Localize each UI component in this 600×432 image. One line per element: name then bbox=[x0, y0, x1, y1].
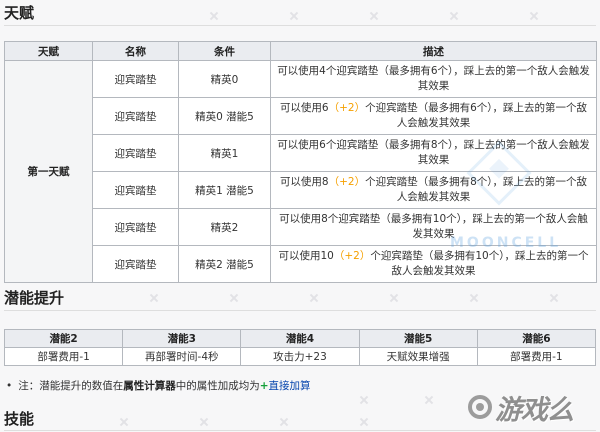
condition-column-header: 条件 bbox=[178, 41, 271, 61]
talent-description-cell: 可以使用6（+2）个迎宾踏垫（最多拥有6个），踩上去的第一个敌人会触发其效果 bbox=[270, 97, 597, 135]
talent-condition-cell: 精英2 潜能5 bbox=[178, 245, 271, 283]
talent-description-cell: 可以使用10（+2）个迎宾踏垫（最多拥有10个），踩上去的第一个敌人会触发其效果 bbox=[270, 245, 597, 283]
talent-group-label: 第一天赋 bbox=[4, 60, 93, 283]
potential-effect-cell: 部署费用-1 bbox=[3, 347, 124, 366]
talent-section-heading: 天赋 bbox=[4, 1, 596, 26]
note-attribute-calculator: 属性计算器 bbox=[123, 380, 176, 392]
background-x-mark bbox=[360, 396, 368, 404]
talent-name-cell: 迎宾踏垫 bbox=[92, 245, 179, 283]
description-text: 可以使用10 bbox=[278, 250, 334, 262]
potential-table: 潜能2 潜能3 潜能4 潜能5 潜能6 部署费用-1 再部署时间-4秒 攻击力+… bbox=[3, 329, 597, 366]
description-text-rest: 个迎宾踏垫（最多拥有6个），踩上去的第一个敌人会触发其效果 bbox=[365, 102, 588, 129]
talent-condition-cell: 精英0 bbox=[178, 60, 271, 98]
potential-header-row: 潜能2 潜能3 潜能4 潜能5 潜能6 bbox=[3, 329, 597, 348]
talent-condition-cell: 精英1 潜能5 bbox=[178, 171, 271, 209]
description-text: 可以使用6个迎宾踏垫（最多拥有8个），踩上去的第一个敌人会触发其效果 bbox=[277, 139, 590, 166]
talent-condition-cell: 精英0 潜能5 bbox=[178, 97, 271, 135]
direct-addition-link[interactable]: 直接加算 bbox=[269, 380, 311, 392]
note-plus-sign: + bbox=[259, 380, 269, 392]
talent-row: 第一天赋 迎宾踏垫 精英0 可以使用4个迎宾踏垫（最多拥有6个），踩上去的第一个… bbox=[4, 60, 597, 283]
note-text-prefix: 注：潜能提升的数值在 bbox=[18, 380, 124, 392]
description-text-rest: 个迎宾踏垫（最多拥有8个），踩上去的第一个敌人会触发其效果 bbox=[365, 176, 588, 203]
talent-row: 迎宾踏垫 精英2 潜能5 可以使用10（+2）个迎宾踏垫（最多拥有10个），踩上… bbox=[5, 245, 597, 283]
talent-table-head: 天赋 名称 条件 描述 bbox=[4, 41, 597, 61]
talent-row: 迎宾踏垫 精英0 潜能5 可以使用6（+2）个迎宾踏垫（最多拥有6个），踩上去的… bbox=[5, 97, 597, 135]
potential-table-head: 潜能2 潜能3 潜能4 潜能5 潜能6 bbox=[3, 329, 597, 348]
potential-level-header: 潜能3 bbox=[122, 329, 242, 348]
potential-bonus-value: （+2） bbox=[328, 176, 366, 188]
talent-name-cell: 迎宾踏垫 bbox=[92, 60, 179, 98]
talent-description-cell: 可以使用6个迎宾踏垫（最多拥有8个），踩上去的第一个敌人会触发其效果 bbox=[270, 134, 597, 172]
note-text-middle: 中的属性加成均为 bbox=[175, 380, 260, 392]
potential-level-header: 潜能6 bbox=[476, 329, 597, 348]
description-column-header: 描述 bbox=[270, 41, 597, 61]
description-text: 可以使用8 bbox=[279, 176, 329, 188]
potential-bonus-value: （+2） bbox=[333, 250, 371, 262]
description-text: 可以使用8个迎宾踏垫（最多拥有10个），踩上去的第一个敌人会触发其效果 bbox=[279, 213, 588, 240]
talent-name-cell: 迎宾踏垫 bbox=[92, 134, 179, 172]
potential-level-header: 潜能4 bbox=[240, 329, 360, 348]
potential-effect-cell: 部署费用-1 bbox=[476, 347, 597, 366]
talent-name-cell: 迎宾踏垫 bbox=[92, 171, 179, 209]
talent-row: 迎宾踏垫 精英1 可以使用6个迎宾踏垫（最多拥有8个），踩上去的第一个敌人会触发… bbox=[5, 134, 597, 172]
description-text: 可以使用4个迎宾踏垫（最多拥有6个），踩上去的第一个敌人会触发其效果 bbox=[277, 65, 590, 92]
talent-row: 迎宾踏垫 精英1 潜能5 可以使用8（+2）个迎宾踏垫（最多拥有8个），踩上去的… bbox=[5, 171, 597, 209]
talent-condition-cell: 精英2 bbox=[178, 208, 271, 246]
talent-name-cell: 迎宾踏垫 bbox=[92, 97, 179, 135]
potential-section-heading: 潜能提升 bbox=[4, 286, 596, 311]
talent-condition-cell: 精英1 bbox=[178, 134, 271, 172]
description-text: 可以使用6 bbox=[279, 102, 329, 114]
talent-row: 迎宾踏垫 精英2 可以使用8个迎宾踏垫（最多拥有10个），踩上去的第一个敌人会触… bbox=[5, 208, 597, 246]
description-text-rest: 个迎宾踏垫（最多拥有10个），踩上去的第一个敌人会触发其效果 bbox=[370, 250, 589, 277]
potential-effect-cell: 攻击力+23 bbox=[240, 347, 360, 366]
background-x-mark bbox=[425, 396, 433, 404]
potential-value-row: 部署费用-1 再部署时间-4秒 攻击力+23 天赋效果增强 部署费用-1 bbox=[3, 347, 597, 366]
potential-level-header: 潜能2 bbox=[3, 329, 124, 348]
potential-effect-cell: 再部署时间-4秒 bbox=[122, 347, 242, 366]
talent-description-cell: 可以使用4个迎宾踏垫（最多拥有6个），踩上去的第一个敌人会触发其效果 bbox=[270, 60, 597, 98]
talent-column-header: 天赋 bbox=[4, 41, 93, 61]
talent-table-header-row: 天赋 名称 条件 描述 bbox=[4, 41, 597, 61]
note-bullet: • bbox=[6, 380, 13, 392]
talent-description-cell: 可以使用8个迎宾踏垫（最多拥有10个），踩上去的第一个敌人会触发其效果 bbox=[270, 208, 597, 246]
potential-level-header: 潜能5 bbox=[358, 329, 478, 348]
potential-bonus-value: （+2） bbox=[328, 102, 366, 114]
talent-description-cell: 可以使用8（+2）个迎宾踏垫（最多拥有8个），踩上去的第一个敌人会触发其效果 bbox=[270, 171, 597, 209]
potential-effect-cell: 天赋效果增强 bbox=[358, 347, 478, 366]
name-column-header: 名称 bbox=[92, 41, 179, 61]
potential-table-body: 部署费用-1 再部署时间-4秒 攻击力+23 天赋效果增强 部署费用-1 bbox=[3, 347, 597, 366]
wiki-page: 天赋 天赋 名称 条件 描述 第一天赋 迎宾踏垫 精英0 可以使用4个迎宾踏垫（… bbox=[0, 0, 600, 432]
talent-table: 天赋 名称 条件 描述 第一天赋 迎宾踏垫 精英0 可以使用4个迎宾踏垫（最多拥… bbox=[4, 41, 597, 283]
talent-table-body: 第一天赋 迎宾踏垫 精英0 可以使用4个迎宾踏垫（最多拥有6个），踩上去的第一个… bbox=[4, 60, 597, 283]
skills-section-heading: 技能 bbox=[4, 408, 596, 431]
talent-name-cell: 迎宾踏垫 bbox=[92, 208, 179, 246]
potential-note: • 注：潜能提升的数值在属性计算器中的属性加成均为+直接加算 bbox=[6, 378, 311, 394]
